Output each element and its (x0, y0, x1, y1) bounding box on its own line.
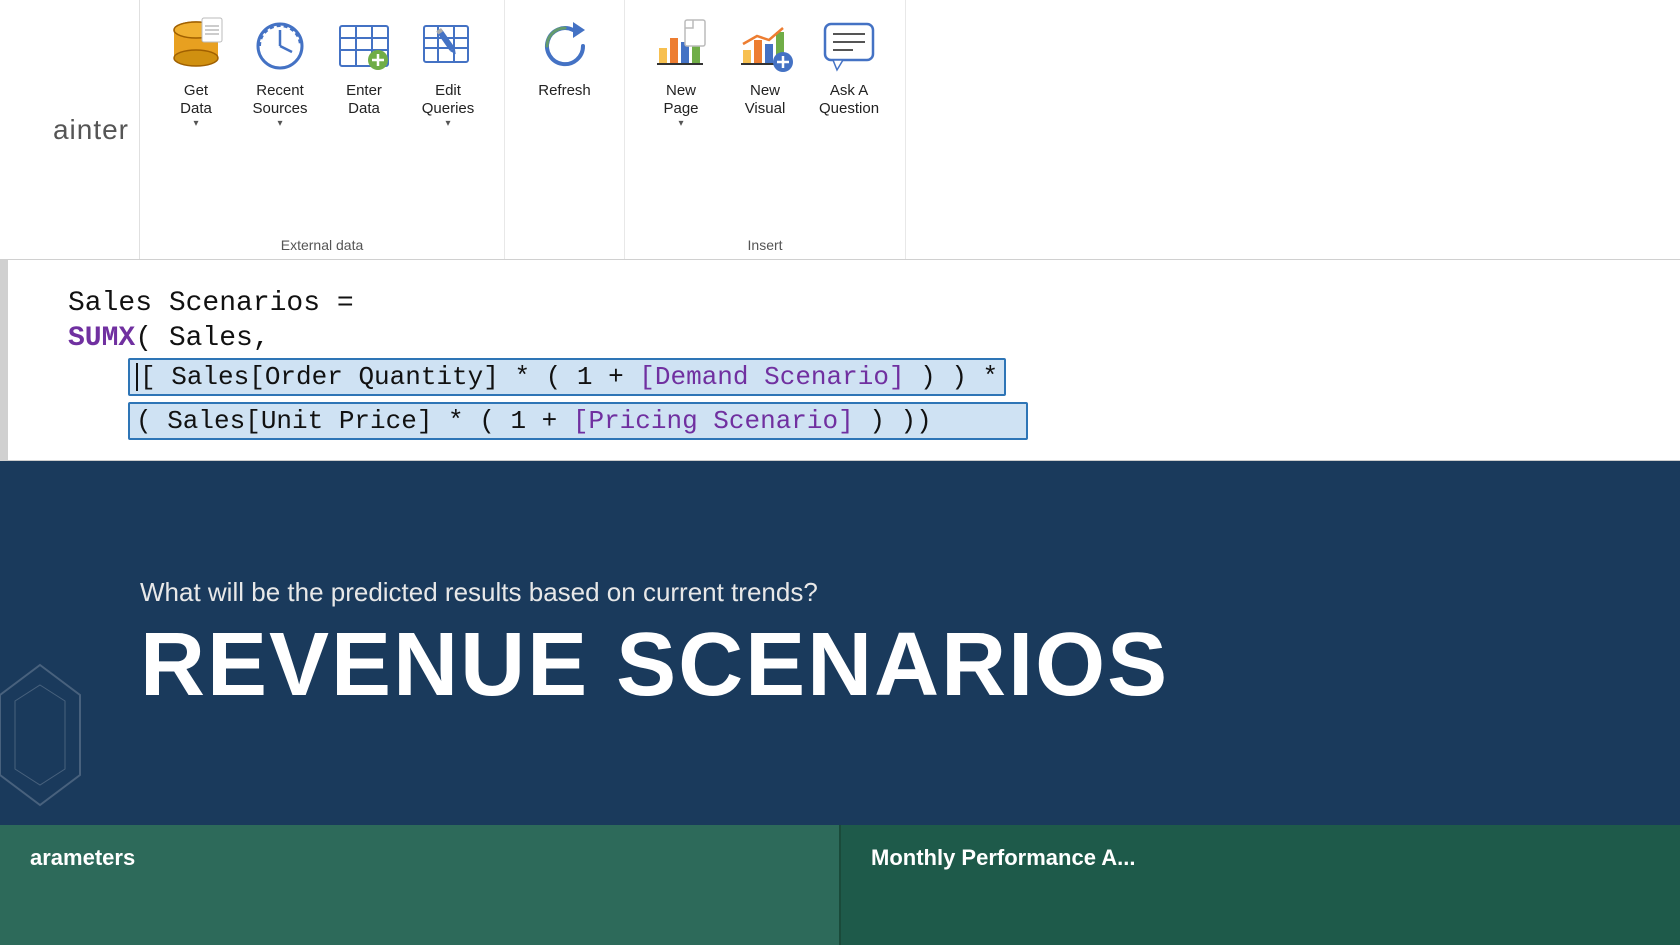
code-line-1: Sales Scenarios = (68, 288, 1680, 319)
banner-content: What will be the predicted results based… (140, 577, 1620, 710)
external-data-buttons: GetData ▾ (158, 10, 486, 237)
recent-sources-label: RecentSources (252, 82, 307, 118)
pencil-table-icon (418, 16, 478, 76)
external-data-group-label: External data (281, 237, 364, 259)
ask-question-label: Ask AQuestion (819, 82, 879, 118)
new-page-icon (651, 16, 711, 76)
code-line-2: SUMX ( Sales, (68, 323, 1680, 354)
content-section: Sales Scenarios = SUMX ( Sales, [ Sales[… (0, 260, 1680, 945)
new-page-button[interactable]: NewPage ▾ (643, 10, 719, 135)
code-sel1-post: ) ) * (905, 362, 999, 392)
insert-group-label: Insert (748, 237, 783, 259)
code-line-4: ( Sales[Unit Price] * ( 1 + [Pricing Sce… (128, 400, 1680, 440)
get-data-arrow: ▾ (193, 118, 198, 129)
code-rest-2: ( Sales, (135, 323, 269, 354)
ribbon: ainter (0, 0, 1680, 260)
bar-chart-icon (735, 16, 795, 76)
banner-title: REVENUE SCENARIOS (140, 620, 1620, 710)
code-text-1: Sales Scenarios = (68, 288, 354, 319)
code-sel1-pre: [ (140, 362, 156, 392)
main-wrapper: ainter (0, 0, 1680, 945)
bottom-card-parameters[interactable]: arameters (0, 825, 841, 945)
ribbon-group-insert: NewPage ▾ (625, 0, 906, 259)
bottom-card-monthly[interactable]: Monthly Performance A... (841, 825, 1680, 945)
code-editor[interactable]: Sales Scenarios = SUMX ( Sales, [ Sales[… (0, 260, 1680, 461)
painter-label: ainter (53, 114, 129, 146)
bottom-banner: What will be the predicted results based… (0, 461, 1680, 825)
speech-bubble-icon (819, 16, 879, 76)
new-visual-button[interactable]: NewVisual (727, 10, 803, 124)
edit-queries-arrow: ▾ (445, 118, 450, 129)
new-page-arrow: ▾ (678, 118, 683, 129)
code-selected-2: ( Sales[Unit Price] * ( 1 + [Pricing Sce… (128, 402, 1028, 440)
code-line-3: [ Sales[Order Quantity] * ( 1 + [Demand … (128, 358, 1680, 396)
bottom-cards-row: arameters Monthly Performance A... (0, 825, 1680, 945)
code-sel2-post: ) )) (854, 406, 932, 436)
get-data-label: GetData (180, 82, 212, 118)
code-sel2-pre: ( Sales[Unit Price] * ( 1 + (136, 406, 573, 436)
ribbon-group-external-data: GetData ▾ (140, 0, 505, 259)
parameters-card-label: arameters (30, 845, 135, 870)
refresh-icon (535, 16, 595, 76)
monthly-card-label: Monthly Performance A... (871, 845, 1135, 870)
ribbon-groups: GetData ▾ (140, 0, 1680, 259)
banner-subtitle: What will be the predicted results based… (140, 577, 1620, 608)
refresh-label: Refresh (538, 82, 591, 100)
enter-data-label: EnterData (346, 82, 382, 118)
refresh-buttons: Refresh (527, 10, 603, 253)
get-data-button[interactable]: GetData ▾ (158, 10, 234, 135)
recent-sources-button[interactable]: RecentSources ▾ (242, 10, 318, 135)
code-sel1-field: [Demand Scenario] (639, 362, 904, 392)
table-plus-icon (334, 16, 394, 76)
ribbon-left-panel: ainter (0, 0, 140, 259)
banner-left-decoration (0, 665, 100, 825)
edit-queries-label: EditQueries (422, 82, 475, 118)
database-icon (166, 16, 226, 76)
code-sel2-field: [Pricing Scenario] (573, 406, 854, 436)
code-sel1-mid: Sales[Order Quantity] * ( 1 + (156, 362, 640, 392)
new-visual-label: NewVisual (745, 82, 786, 118)
clock-icon (250, 16, 310, 76)
recent-sources-arrow: ▾ (277, 118, 282, 129)
new-page-label: NewPage (663, 82, 698, 118)
edit-queries-button[interactable]: EditQueries ▾ (410, 10, 486, 135)
refresh-button[interactable]: Refresh (527, 10, 603, 106)
insert-buttons: NewPage ▾ (643, 10, 887, 237)
ask-question-button[interactable]: Ask AQuestion (811, 10, 887, 124)
code-keyword-sumx: SUMX (68, 323, 135, 354)
enter-data-button[interactable]: EnterData (326, 10, 402, 124)
code-inner: Sales Scenarios = SUMX ( Sales, [ Sales[… (8, 288, 1680, 440)
ribbon-group-refresh: Refresh (505, 0, 625, 259)
code-selected-1: [ Sales[Order Quantity] * ( 1 + [Demand … (128, 358, 1006, 396)
code-cursor (136, 363, 138, 391)
